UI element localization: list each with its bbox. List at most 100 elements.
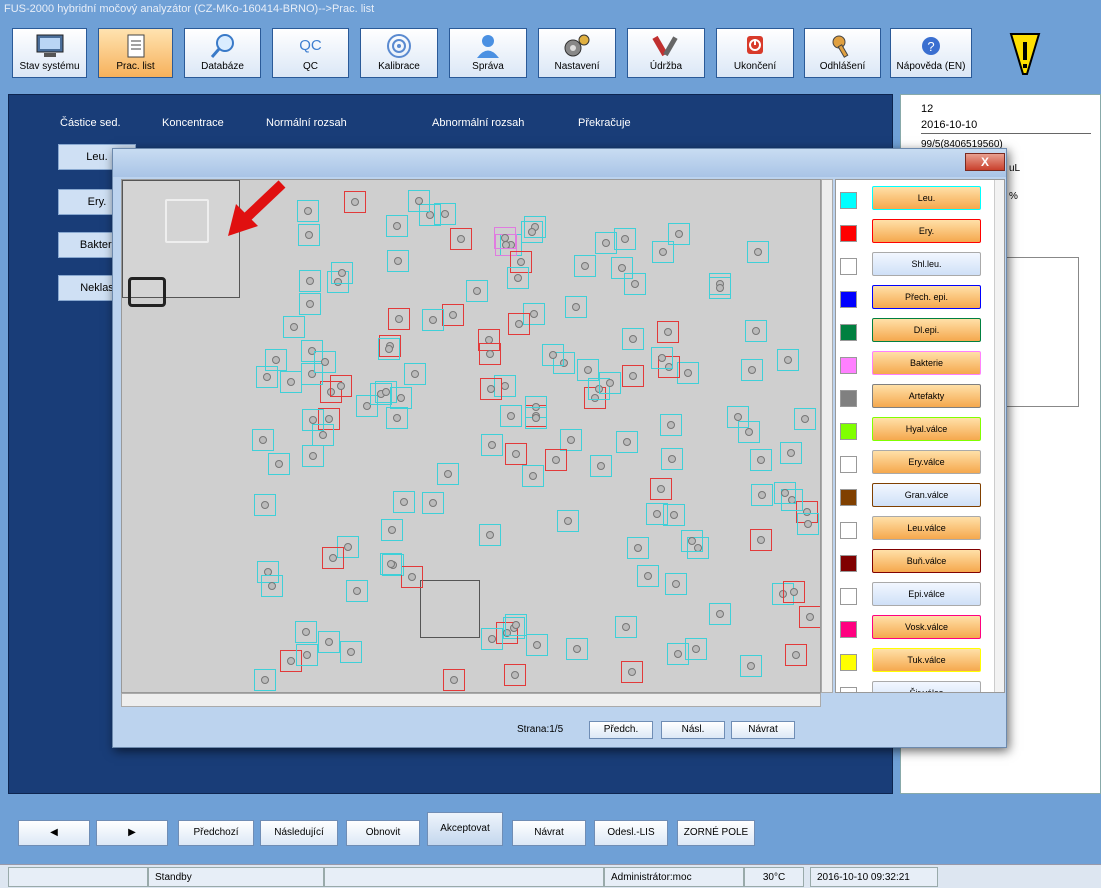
particle-box[interactable] <box>478 343 501 366</box>
particle-box[interactable] <box>598 371 621 394</box>
particle-box[interactable] <box>595 232 618 255</box>
particle-box[interactable] <box>747 241 770 264</box>
particle-box[interactable] <box>392 491 415 514</box>
particle-box[interactable] <box>507 313 530 336</box>
particle-box[interactable] <box>422 491 445 514</box>
particle-box[interactable] <box>576 359 599 382</box>
particle-box[interactable] <box>751 483 774 506</box>
particle-box[interactable] <box>301 444 324 467</box>
toolbar-button-calibration[interactable]: Kalibrace <box>360 28 438 78</box>
close-button[interactable]: X <box>965 153 1005 171</box>
particle-box[interactable] <box>295 643 318 666</box>
particle-box[interactable] <box>659 413 682 436</box>
particle-box[interactable] <box>479 377 502 400</box>
particle-box[interactable] <box>506 266 529 289</box>
back-button[interactable]: Návrat <box>512 820 586 846</box>
particle-box[interactable] <box>386 407 409 430</box>
legend-button[interactable]: Shl.leu. <box>872 252 981 276</box>
dialog-back-button[interactable]: Návrat <box>731 721 795 739</box>
particle-box[interactable] <box>329 375 352 398</box>
particle-box[interactable] <box>408 190 431 212</box>
prev-page-button[interactable]: Předch. <box>589 721 653 739</box>
particle-box[interactable] <box>386 214 409 237</box>
legend-button[interactable]: Gran.válce <box>872 483 981 507</box>
particle-box[interactable] <box>779 442 802 465</box>
particle-box[interactable] <box>708 277 731 300</box>
particle-box[interactable] <box>681 529 704 552</box>
particle-box[interactable] <box>660 448 683 471</box>
particle-box[interactable] <box>380 552 403 575</box>
particle-box[interactable] <box>480 433 503 456</box>
particle-box[interactable] <box>339 640 362 663</box>
particle-box[interactable] <box>267 453 290 476</box>
particle-box[interactable] <box>615 430 638 453</box>
previous-button[interactable]: Předchozí <box>178 820 254 846</box>
particle-box[interactable] <box>621 365 644 388</box>
particle-box[interactable] <box>280 370 303 393</box>
particle-box[interactable] <box>254 493 277 516</box>
particle-box[interactable] <box>261 575 284 598</box>
particle-box[interactable] <box>666 643 689 666</box>
particle-box[interactable] <box>321 546 344 569</box>
particle-box[interactable] <box>621 327 644 350</box>
particle-box[interactable] <box>650 346 673 369</box>
particle-box[interactable] <box>499 405 522 428</box>
particle-box[interactable] <box>283 315 306 338</box>
particle-box[interactable] <box>377 337 400 360</box>
particle-box[interactable] <box>784 644 807 667</box>
legend-button[interactable]: Ery.válce <box>872 450 981 474</box>
legend-button[interactable]: Hyal.válce <box>872 417 981 441</box>
send-lis-button[interactable]: Odesl.-LIS <box>594 820 668 846</box>
next-page-button[interactable]: Násl. <box>661 721 725 739</box>
particle-box[interactable] <box>624 272 647 295</box>
legend-button[interactable]: Vosk.válce <box>872 615 981 639</box>
image-vertical-scrollbar[interactable] <box>821 179 833 693</box>
particle-box[interactable] <box>302 409 325 432</box>
particle-box[interactable] <box>664 573 687 596</box>
particle-box[interactable] <box>557 509 580 532</box>
legend-button[interactable]: Leu. <box>872 186 981 210</box>
field-of-view-button[interactable]: ZORNÉ POLE <box>677 820 755 846</box>
next-arrow-button[interactable]: ▶ <box>96 820 168 846</box>
particle-box[interactable] <box>436 462 459 485</box>
particle-box[interactable] <box>255 366 278 389</box>
legend-button[interactable]: Ery. <box>872 219 981 243</box>
particle-box[interactable] <box>297 223 320 246</box>
legend-button[interactable]: Tuk.válce <box>872 648 981 672</box>
particle-box[interactable] <box>254 669 277 692</box>
particle-box[interactable] <box>299 293 322 316</box>
particle-box[interactable] <box>708 603 731 626</box>
particle-box[interactable] <box>794 408 817 431</box>
particle-box[interactable] <box>504 663 527 686</box>
particle-box[interactable] <box>637 565 660 588</box>
particle-box[interactable] <box>589 454 612 477</box>
particle-box[interactable] <box>421 308 444 331</box>
particle-box[interactable] <box>777 349 800 372</box>
following-button[interactable]: Následující <box>260 820 338 846</box>
particle-box[interactable] <box>381 519 404 542</box>
legend-button[interactable]: Šir.válce <box>872 681 981 692</box>
particle-box[interactable] <box>403 362 426 385</box>
particle-box[interactable] <box>494 226 517 249</box>
particle-box[interactable] <box>318 630 341 653</box>
particle-box[interactable] <box>296 200 319 223</box>
particle-box[interactable] <box>252 428 275 451</box>
particle-box[interactable] <box>620 660 643 683</box>
particle-box[interactable] <box>740 358 763 381</box>
image-horizontal-scrollbar[interactable] <box>121 693 821 707</box>
legend-button[interactable]: Buň.válce <box>872 549 981 573</box>
particle-box[interactable] <box>313 350 336 373</box>
particle-image-field[interactable] <box>121 179 821 693</box>
particle-box[interactable] <box>481 628 504 651</box>
particle-box[interactable] <box>542 344 565 367</box>
particle-box[interactable] <box>343 191 366 214</box>
particle-box[interactable] <box>505 614 528 637</box>
particle-box[interactable] <box>626 536 649 559</box>
toolbar-button-management[interactable]: Správa <box>449 28 527 78</box>
legend-button[interactable]: Epi.válce <box>872 582 981 606</box>
particle-box[interactable] <box>544 448 567 471</box>
particle-box[interactable] <box>298 269 321 292</box>
particle-box[interactable] <box>650 478 673 501</box>
particle-box[interactable] <box>374 381 397 404</box>
prev-arrow-button[interactable]: ◀ <box>18 820 90 846</box>
